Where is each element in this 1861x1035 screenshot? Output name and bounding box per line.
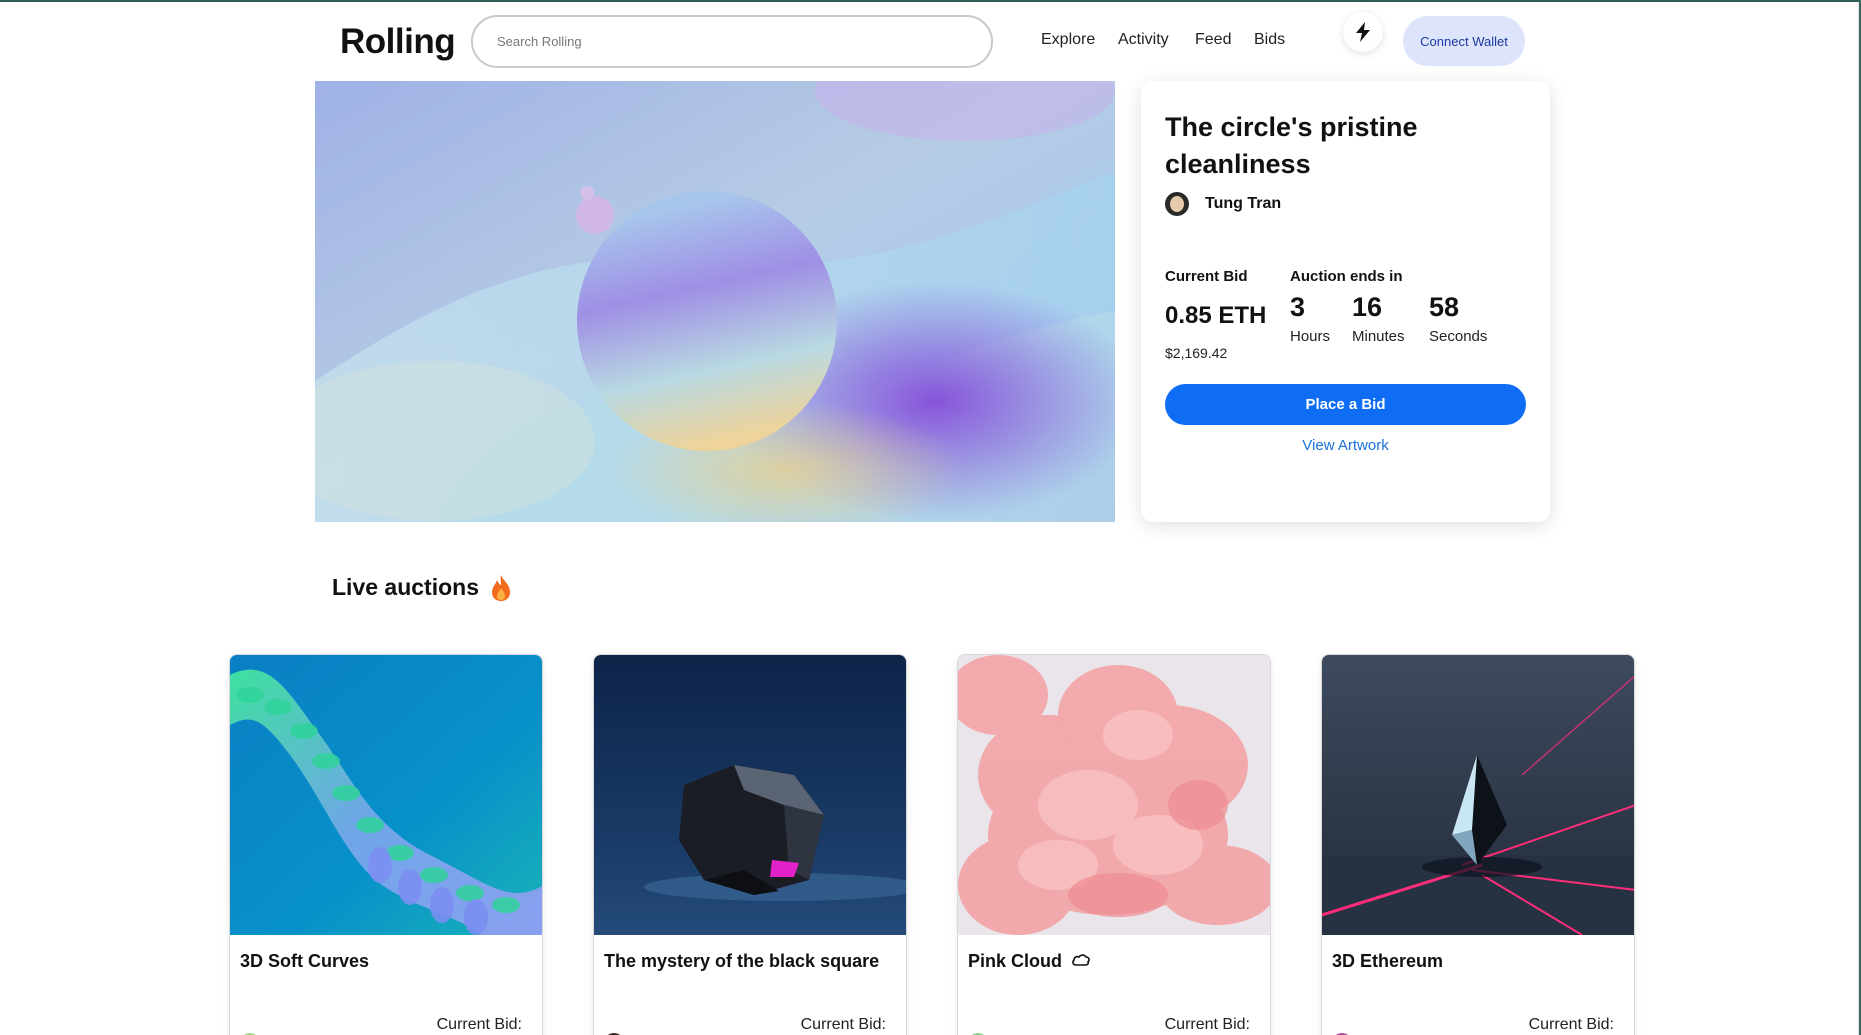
card-current-bid-label: Current Bid:	[1528, 1016, 1614, 1033]
view-artwork-link[interactable]: View Artwork	[1165, 437, 1526, 454]
nav-activity[interactable]: Activity	[1118, 31, 1169, 49]
hours-value: 3	[1290, 292, 1306, 322]
place-bid-button[interactable]: Place a Bid	[1165, 384, 1526, 425]
card-title[interactable]: 3D Ethereum	[1332, 951, 1443, 972]
featured-artist[interactable]: Tung Tran	[1165, 192, 1281, 216]
nav-bids[interactable]: Bids	[1254, 31, 1285, 49]
card-title[interactable]: Pink Cloud	[968, 951, 1091, 972]
search-bar[interactable]	[471, 15, 993, 68]
connect-wallet-button[interactable]: Connect Wallet	[1403, 16, 1525, 66]
current-bid-usd: $2,169.42	[1165, 345, 1228, 361]
auction-card-3d-ethereum[interactable]: 3D Ethereum Current Bid:	[1321, 654, 1635, 1035]
seconds-label: Seconds	[1429, 328, 1488, 345]
current-bid-eth: 0.85 ETH	[1165, 302, 1267, 329]
nav-feed[interactable]: Feed	[1195, 31, 1231, 49]
cloud-icon	[1072, 954, 1090, 966]
featured-artwork-image[interactable]	[315, 81, 1115, 522]
current-bid-label: Current Bid	[1165, 268, 1248, 285]
card-image-pink-cloud[interactable]	[958, 655, 1270, 935]
hours-label: Hours	[1290, 328, 1331, 345]
lightning-bolt-icon	[1356, 22, 1370, 42]
site-logo[interactable]: Rolling	[340, 22, 456, 62]
card-image-soft-curves[interactable]	[230, 655, 542, 935]
card-image-black-square[interactable]	[594, 655, 906, 935]
card-current-bid-label: Current Bid:	[1164, 1016, 1250, 1033]
featured-title[interactable]: The circle's pristine cleanliness	[1165, 109, 1525, 183]
timer-seconds: 58 Seconds	[1429, 290, 1487, 345]
minutes-label: Minutes	[1352, 328, 1405, 345]
live-auctions-heading: Live auctions	[332, 574, 479, 600]
auction-card-pink-cloud[interactable]: Pink Cloud Current Bid:	[957, 654, 1271, 1035]
auction-ends-label: Auction ends in	[1290, 268, 1403, 285]
fire-icon	[492, 575, 510, 601]
window-top-border	[0, 0, 1861, 2]
minutes-value: 16	[1352, 292, 1383, 322]
auction-card-black-square[interactable]: The mystery of the black square Current …	[593, 654, 907, 1035]
card-title[interactable]: The mystery of the black square	[604, 951, 879, 972]
card-image-3d-ethereum[interactable]	[1322, 655, 1634, 935]
artist-avatar[interactable]	[1165, 192, 1189, 216]
seconds-value: 58	[1429, 292, 1460, 322]
card-title-text[interactable]: Pink Cloud	[968, 951, 1062, 971]
search-input[interactable]	[473, 17, 991, 66]
nav-explore[interactable]: Explore	[1041, 31, 1095, 49]
timer-hours: 3 Hours	[1290, 290, 1330, 345]
artist-name[interactable]: Tung Tran	[1205, 195, 1281, 213]
card-current-bid-label: Current Bid:	[800, 1016, 886, 1033]
lightning-bolt-button[interactable]	[1343, 12, 1383, 52]
timer-minutes: 16 Minutes	[1352, 290, 1405, 345]
auction-card-soft-curves[interactable]: 3D Soft Curves Current Bid:	[229, 654, 543, 1035]
card-current-bid-label: Current Bid:	[436, 1016, 522, 1033]
featured-auction-card: The circle's pristine cleanliness Tung T…	[1141, 81, 1550, 522]
card-title[interactable]: 3D Soft Curves	[240, 951, 369, 972]
